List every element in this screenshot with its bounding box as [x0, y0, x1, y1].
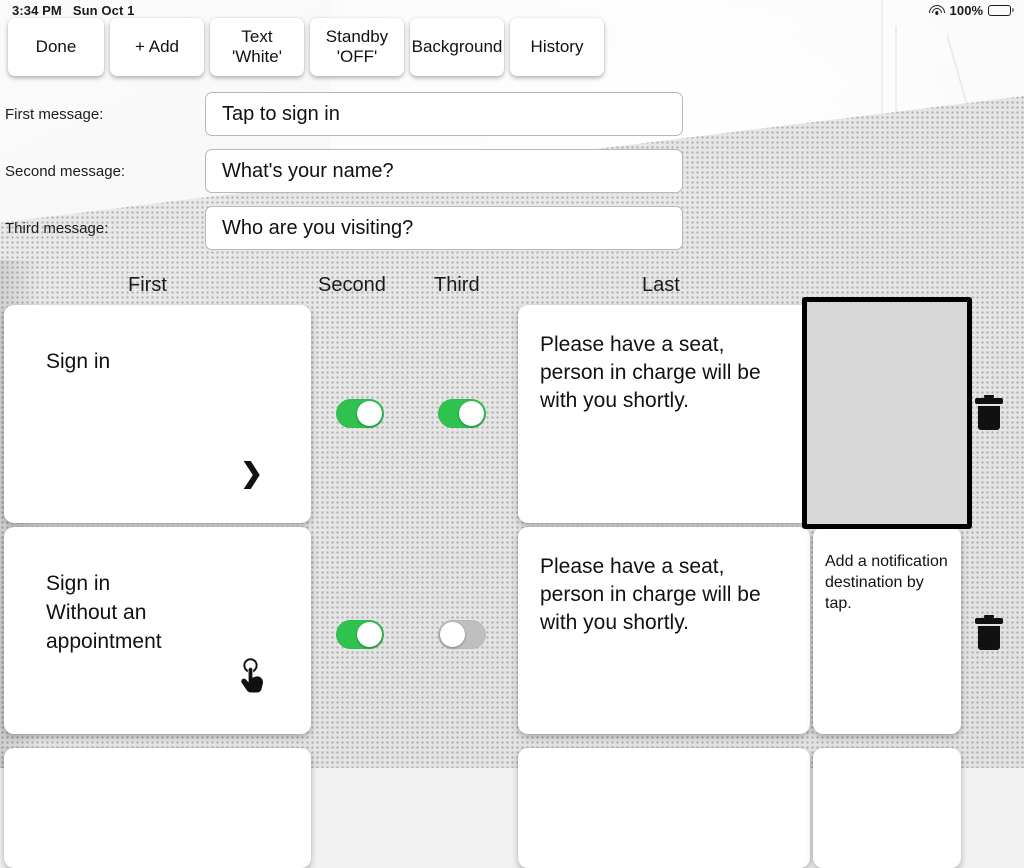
row-2-trash-icon[interactable]	[975, 615, 1003, 650]
status-bar-right: 100%	[929, 2, 1024, 18]
row-3-first-card[interactable]	[4, 748, 311, 868]
first-message-row: First message:	[0, 92, 700, 136]
second-message-label: Second message:	[5, 162, 126, 180]
column-header-last: Last	[642, 274, 680, 296]
first-message-label: First message:	[5, 105, 104, 123]
row-2-notification-card[interactable]: Add a notification destination by tap.	[813, 527, 961, 734]
background-button[interactable]: Background	[410, 18, 504, 76]
third-message-row: Third message:	[0, 206, 700, 250]
status-bar-left: 3:34 PM Sun Oct 1	[0, 3, 134, 18]
row-2-last-text: Please have a seat, person in charge wil…	[540, 555, 761, 634]
chevron-right-icon: ❯	[240, 458, 263, 488]
history-button[interactable]: History	[510, 18, 604, 76]
row-1-last-text: Please have a seat, person in charge wil…	[540, 333, 761, 412]
row-2-second-toggle[interactable]	[336, 620, 384, 649]
row-1-first-card[interactable]: Sign in ❯	[4, 305, 311, 523]
row-1-third-toggle[interactable]	[438, 399, 486, 428]
battery-icon	[988, 4, 1014, 16]
second-message-input[interactable]	[205, 149, 683, 193]
column-header-third: Third	[434, 274, 480, 296]
row-2-first-card[interactable]: Sign in Without an appointment	[4, 527, 311, 734]
first-message-input[interactable]	[205, 92, 683, 136]
column-header-first: First	[128, 274, 167, 296]
second-message-row: Second message:	[0, 149, 700, 193]
tap-hand-icon	[238, 658, 268, 694]
row-1-last-card[interactable]: Please have a seat, person in charge wil…	[518, 305, 810, 523]
wifi-icon	[929, 4, 946, 16]
standby-button[interactable]: Standby 'OFF'	[310, 18, 404, 76]
status-bar: 3:34 PM Sun Oct 1 100%	[0, 0, 1024, 20]
row-2-first-text: Sign in Without an appointment	[46, 572, 162, 653]
third-message-input[interactable]	[205, 206, 683, 250]
row-1-first-text: Sign in	[46, 350, 111, 373]
toolbar: Done + Add Text 'White' Standby 'OFF' Ba…	[8, 18, 604, 76]
row-1-notification-selection-frame	[802, 297, 972, 529]
add-button[interactable]: + Add	[110, 18, 204, 76]
row-1-second-toggle[interactable]	[336, 399, 384, 428]
row-2-third-toggle[interactable]	[438, 620, 486, 649]
row-1-trash-icon[interactable]	[975, 395, 1003, 430]
row-3-notification-card[interactable]	[813, 748, 961, 868]
row-2-notification-text: Add a notification destination by tap.	[825, 553, 948, 612]
row-2-last-card[interactable]: Please have a seat, person in charge wil…	[518, 527, 810, 734]
third-message-label: Third message:	[5, 219, 109, 237]
text-color-button[interactable]: Text 'White'	[210, 18, 304, 76]
done-button[interactable]: Done	[8, 18, 104, 76]
battery-percent-label: 100%	[949, 2, 984, 18]
status-date: Sun Oct 1	[72, 2, 135, 18]
status-time: 3:34 PM	[12, 2, 62, 18]
row-3-last-card[interactable]	[518, 748, 810, 868]
column-header-second: Second	[318, 274, 386, 296]
